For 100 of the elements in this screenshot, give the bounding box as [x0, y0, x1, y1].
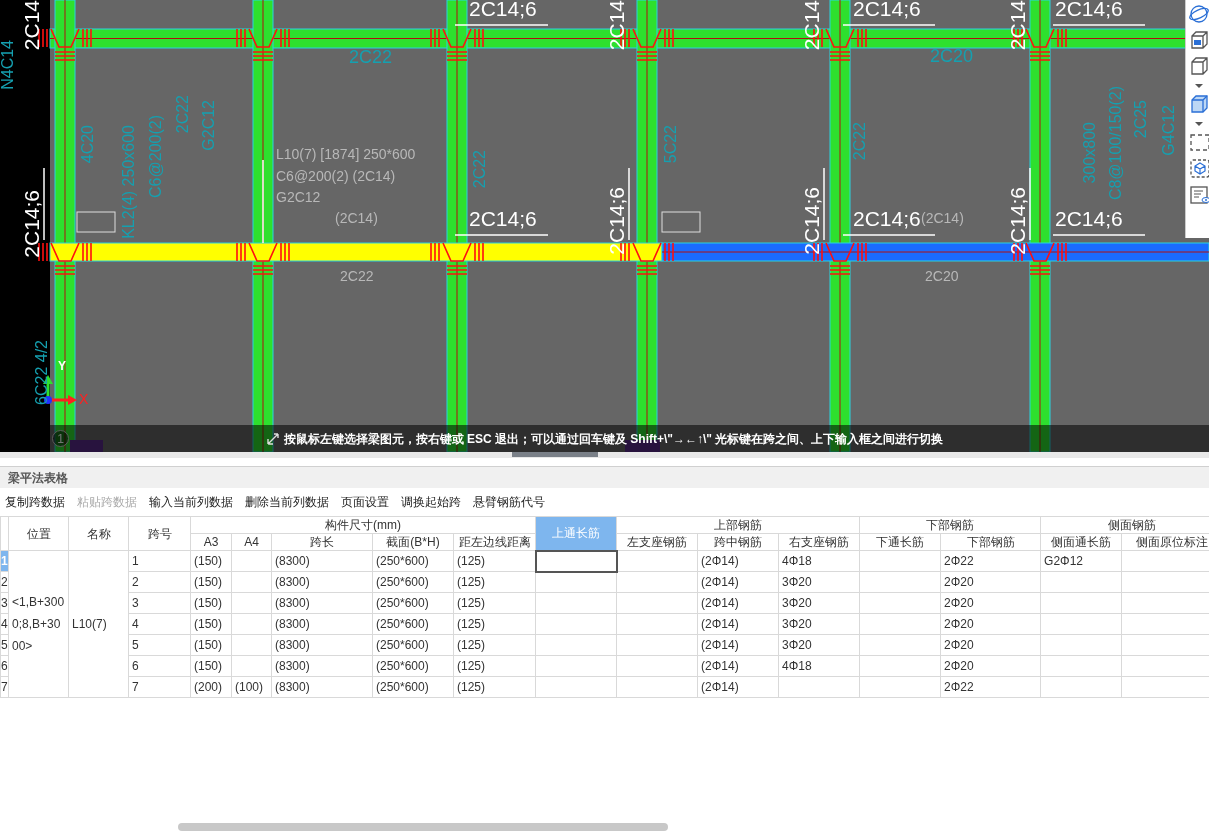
callout-label: 2C14	[21, 0, 42, 51]
column-header[interactable]: 上部钢筋	[616, 516, 860, 534]
orbit-icon[interactable]	[1189, 4, 1209, 26]
row-header[interactable]: 5	[0, 634, 9, 656]
beam-note: 2C20	[925, 269, 959, 283]
solid-cube-icon[interactable]	[1189, 94, 1209, 116]
table-cell: (150)	[190, 634, 232, 656]
callout-label: 2C14;6	[469, 208, 537, 229]
callout-label: 2C14	[1007, 0, 1028, 51]
table-cell: (2Φ14)	[697, 676, 779, 698]
column-header[interactable]: 跨号	[128, 516, 191, 551]
table-cell: (2Φ14)	[697, 655, 779, 677]
table-cell: 2Φ22	[940, 676, 1041, 698]
table-cell: (250*600)	[372, 592, 454, 614]
active-cell[interactable]	[535, 550, 617, 572]
rebar-label: 2C22	[472, 150, 488, 189]
row-header[interactable]: 4	[0, 613, 9, 635]
table-cell: 3	[128, 592, 191, 614]
rebar-label: C6@200(2)	[148, 115, 164, 198]
callout-label: 2C14;6	[1055, 0, 1123, 19]
rebar-label: G4C12	[1161, 105, 1177, 156]
table-cell: 3Φ20	[778, 592, 860, 614]
table-cell: 3Φ20	[778, 571, 860, 593]
table-cell: 1	[128, 550, 191, 572]
table-cell: (200)	[190, 676, 232, 698]
table-cell: 4Φ18	[778, 550, 860, 572]
row-header[interactable]: 7	[0, 676, 9, 698]
table-cell: G2Φ12	[1040, 550, 1122, 572]
column-header[interactable]: 侧面钢筋	[1040, 516, 1209, 534]
column-header[interactable]: 下部钢筋	[859, 516, 1041, 534]
rebar-label: 2C25	[1133, 100, 1149, 139]
callout-label: 2C14;6	[853, 208, 921, 229]
rebar-label: G2C12	[201, 100, 217, 151]
rebar-label: 2C20	[930, 47, 974, 65]
splitter-handle[interactable]	[511, 452, 598, 457]
cube-3d-icon[interactable]	[1189, 30, 1209, 52]
table-cell: 2Φ20	[940, 634, 1041, 656]
callout-label: 2C14;6	[1007, 187, 1028, 255]
toolbar-button[interactable]: 调换起始跨	[401, 493, 461, 511]
beam-note: 2C22	[340, 269, 374, 283]
table-cell: 4Φ18	[778, 655, 860, 677]
document-view-icon[interactable]	[1189, 184, 1209, 206]
row-header[interactable]: 6	[0, 655, 9, 677]
callout-label: 2C14;6	[801, 187, 822, 255]
toolbar-button[interactable]: 删除当前列数据	[245, 493, 329, 511]
table-cell: 3Φ20	[778, 634, 860, 656]
cube-icon[interactable]	[1189, 56, 1209, 78]
beam-note: G2C12	[276, 190, 321, 204]
rebar-label: 4C20	[80, 125, 96, 164]
table-cell: 2Φ20	[940, 613, 1041, 635]
row-header[interactable]: 3	[0, 592, 9, 614]
panel-title: 梁平法表格	[8, 469, 68, 487]
column-header[interactable]: 名称	[68, 516, 129, 551]
table-cell: 5	[128, 634, 191, 656]
rebar-label: 2C22	[852, 122, 868, 161]
table-cell: (2Φ14)	[697, 634, 779, 656]
callout-label: 2C14	[606, 0, 627, 51]
y-axis-label: Y	[58, 360, 66, 372]
table-cell: 2Φ20	[940, 655, 1041, 677]
row-header[interactable]: 2	[0, 571, 9, 593]
rebar-label: C8@100/150(2)	[1108, 86, 1124, 201]
table-cell: (2Φ14)	[697, 592, 779, 614]
toolbar-button[interactable]: 悬臂钢筋代号	[473, 493, 545, 511]
table-cell: (125)	[453, 571, 536, 593]
toolbar-button[interactable]: 页面设置	[341, 493, 389, 511]
table-cell: 2	[128, 571, 191, 593]
table-cell: (8300)	[271, 571, 373, 593]
toolbar-button[interactable]: 复制跨数据	[5, 493, 65, 511]
table-cell: (8300)	[271, 613, 373, 635]
table-cell: 4	[128, 613, 191, 635]
table-cell: (125)	[453, 613, 536, 635]
status-hint: 按鼠标左键选择梁图元，按右键或 ESC 退出；可以通过回车键及 Shift+\"→←↑\" 光标键在跨之间、上下输入框之间进行切换	[283, 430, 944, 448]
beam-note: (2C14)	[335, 211, 378, 225]
rebar-label: KL2(4) 250x600	[121, 125, 137, 239]
column-header[interactable]: 位置	[8, 516, 69, 551]
box-select-cube-icon[interactable]	[1189, 158, 1209, 180]
table-cell: (150)	[190, 550, 232, 572]
table-cell: (2Φ14)	[697, 613, 779, 635]
selection-box-icon[interactable]	[1189, 132, 1209, 154]
table-cell: 2Φ20	[940, 571, 1041, 593]
callout-label: 2C14;6	[606, 187, 627, 255]
rebar-label: 300x800	[1082, 122, 1098, 184]
table-cell: L10(7)	[68, 550, 129, 698]
table-cell: (250*600)	[372, 613, 454, 635]
horizontal-scrollbar[interactable]	[178, 823, 668, 831]
table-cell: 3Φ20	[778, 613, 860, 635]
table-cell: (150)	[190, 655, 232, 677]
table-cell: (250*600)	[372, 634, 454, 656]
callout-label: 2C14;6	[1055, 208, 1123, 229]
table-cell: (100)	[231, 676, 272, 698]
table-cell: (125)	[453, 676, 536, 698]
table-cell: 7	[128, 676, 191, 698]
table-cell: (8300)	[271, 676, 373, 698]
beam-note: (2C14)	[921, 211, 964, 225]
table-cell: (2Φ14)	[697, 550, 779, 572]
rebar-label: 5C22	[663, 125, 679, 164]
table-cell: (125)	[453, 592, 536, 614]
toolbar-button[interactable]: 输入当前列数据	[149, 493, 233, 511]
table-cell: 2Φ20	[940, 592, 1041, 614]
column-header[interactable]: 构件尺寸(mm)	[190, 516, 536, 534]
